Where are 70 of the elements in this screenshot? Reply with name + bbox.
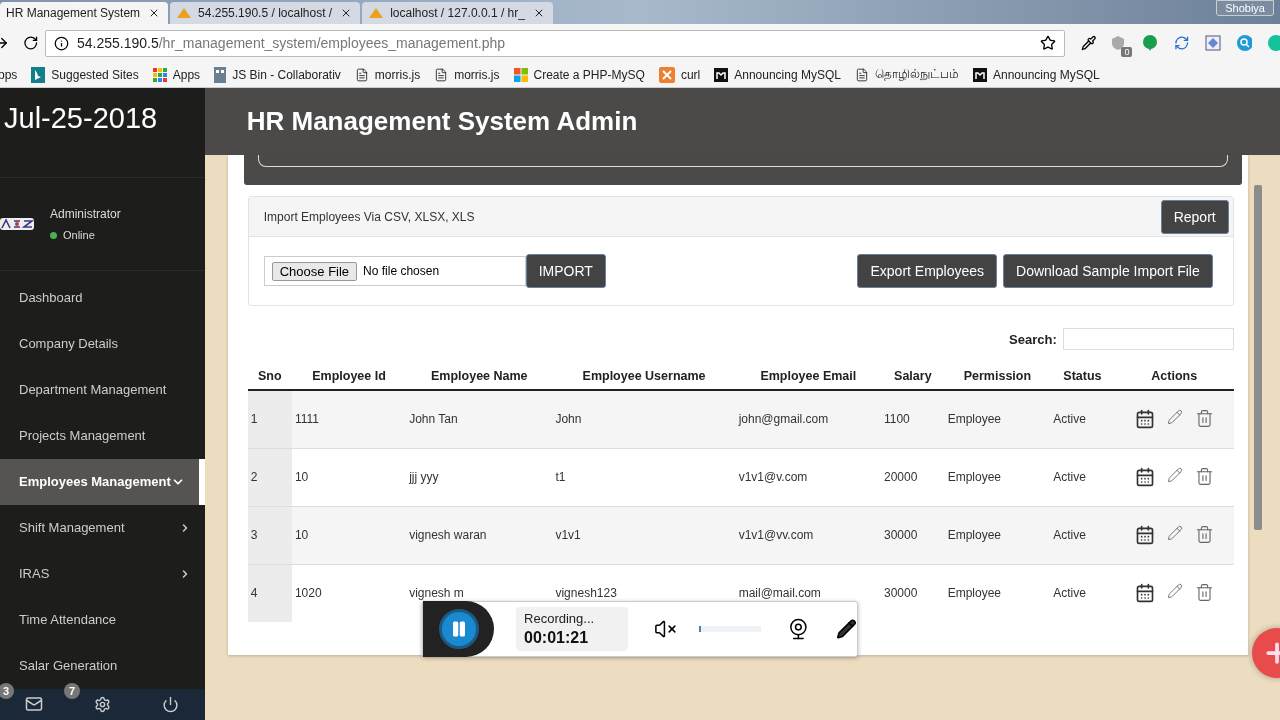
table-cell: Employee (944, 448, 1051, 506)
table-cell: Active (1050, 506, 1115, 564)
action-button[interactable]: Download Sample Import File (1003, 254, 1213, 288)
table-cell: 1020 (291, 564, 407, 622)
table-cell: 30000 (881, 564, 945, 622)
bookmark-link[interactable]: Suggested Sites (31, 66, 139, 83)
table-cell: 1100 (881, 390, 945, 448)
table-cell: 3 (247, 506, 292, 564)
bookmark-link[interactable]: Create a PHP-MySQ (513, 67, 645, 82)
table-cell: jjj yyy (406, 448, 553, 506)
user-status: Online (63, 229, 95, 242)
table-cell: Employee (944, 506, 1051, 564)
table-cell: Active (1050, 390, 1115, 448)
table-cell: 10 (291, 506, 407, 564)
bookmark-link[interactable]: JS Bin - Collaborativ (214, 66, 341, 83)
count-badge: 7 (64, 682, 80, 699)
nav-item[interactable]: Projects Management (0, 412, 205, 459)
table-cell: v1v1 (552, 506, 736, 564)
browser-tab[interactable]: localhost / 127.0.0.1 / hr_ (362, 2, 553, 24)
file-input[interactable]: Choose File No file chosen (263, 256, 526, 286)
recording-time: 00:01:21 (524, 629, 590, 647)
table-cell: t1 (552, 448, 736, 506)
table-cell: john@gmail.com (735, 390, 881, 448)
nav-item[interactable]: IRAS (0, 550, 205, 597)
table-cell: Active (1050, 564, 1115, 622)
table-cell: 10 (291, 448, 407, 506)
bookmark-link[interactable]: Announcing MySQL (714, 67, 841, 82)
table-cell: 4 (247, 564, 292, 622)
table-cell: Employee (944, 564, 1051, 622)
page-title: HR Management System Admin (246, 106, 638, 137)
table-cell: Active (1050, 448, 1115, 506)
bookmark-link[interactable]: தொழில்நுட்பம் (854, 67, 959, 82)
nav-item[interactable]: Shift Management (0, 504, 205, 551)
bookmark-link[interactable]: morris.js (354, 67, 421, 82)
bookmark-link[interactable]: curl (658, 66, 701, 83)
bookmark-link[interactable]: Apps (152, 67, 201, 82)
nav-item[interactable]: Employees Management (0, 458, 205, 505)
table-cell: 1 (247, 390, 292, 448)
import-button[interactable]: IMPORT (525, 254, 606, 288)
table-cell: v1v1@v.com (735, 448, 881, 506)
choose-file-button[interactable]: Choose File (271, 261, 358, 281)
action-button[interactable]: Export Employees (857, 254, 998, 288)
browser-tab[interactable]: HR Management System (0, 2, 169, 24)
table-cell: 20000 (881, 448, 945, 506)
bookmark-link[interactable]: morris.js (434, 67, 500, 82)
user-name: Administrator (50, 207, 121, 222)
url-host: 54.255.190.5 (76, 35, 159, 51)
file-status: No file chosen (363, 264, 440, 278)
table-cell: Employee (944, 390, 1051, 448)
browser-tab[interactable]: 54.255.190.5 / localhost / (170, 2, 361, 24)
date-heading: Jul-25-2018 (0, 88, 205, 179)
bookmark-link[interactable]: Announcing MySQL (972, 67, 1100, 82)
table-cell: 2 (247, 448, 292, 506)
nav-item[interactable]: Dashboard (0, 274, 205, 321)
count-badge: 3 (0, 682, 14, 699)
table-cell: John (552, 390, 736, 448)
url-path: /hr_management_system/employees_management.php (158, 35, 506, 51)
table-cell: 30000 (881, 506, 945, 564)
table-cell: John Tan (406, 390, 553, 448)
import-title: Import Employees Via CSV, XLSX, XLS (263, 209, 475, 224)
nav-item[interactable]: Department Management (0, 366, 205, 413)
nav-item[interactable]: Time Attendance (0, 596, 205, 643)
table-cell: vignesh waran (406, 506, 553, 564)
search-label: Search: (1009, 331, 1057, 347)
table-cell: 1111 (291, 390, 407, 448)
extension-badge: 0 (1121, 47, 1133, 57)
nav-item[interactable]: Company Details (0, 320, 205, 367)
report-button[interactable]: Report (1160, 199, 1229, 234)
table-cell: v1v1@vv.com (735, 506, 881, 564)
address-bar[interactable]: 54.255.190.5/hr_management_system/employees_management.php (44, 29, 1065, 57)
